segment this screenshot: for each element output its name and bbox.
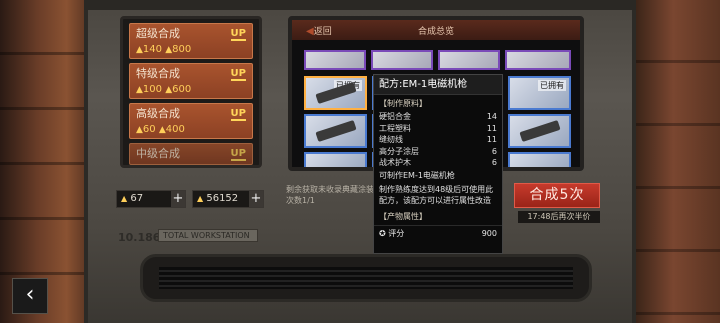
background-wall-left	[0, 0, 95, 323]
blueprint-icon: ▲	[121, 194, 128, 203]
cost-a: 60	[142, 124, 156, 135]
ore-icon: ▲	[158, 125, 166, 135]
material-qty: 6	[491, 146, 497, 156]
machine-serial: 10.186	[118, 231, 161, 244]
recipe-card[interactable]	[304, 50, 366, 70]
blueprint-icon: ▲	[136, 45, 143, 55]
up-badge: UP	[230, 148, 246, 161]
machine-output-grille	[140, 254, 592, 302]
score-label-group: ✪ 评分	[379, 228, 404, 239]
up-badge: UP	[230, 68, 246, 81]
score-value: 900	[481, 228, 497, 238]
machine-top-bar	[84, 0, 636, 10]
owned-tag: 已拥有	[538, 80, 566, 91]
material-qty: 6	[491, 158, 497, 168]
recipe-description: 可制作EM-1电磁机枪	[379, 170, 455, 180]
ore-icon: ▲	[197, 194, 204, 203]
recipe-requirement: 制作熟练度达到48级后可使用此配方，该配方可以进行属性改造	[379, 184, 494, 206]
material-qty: 11	[486, 135, 497, 145]
cost-a: 140	[142, 44, 163, 55]
recipe-card[interactable]	[438, 50, 500, 70]
material-name: 高分子涂层	[379, 146, 419, 156]
materials-header: 【制作原料】	[379, 99, 427, 108]
cost-b: 400	[165, 124, 185, 135]
add-blueprint-button[interactable]: +	[171, 191, 185, 207]
screen-header: ◀返回 合成总览	[292, 20, 580, 40]
recipe-row-top	[304, 50, 576, 70]
material-name: 工程塑料	[379, 123, 411, 133]
recipe-card[interactable]	[304, 114, 367, 148]
tier-special-synthesis[interactable]: 特级合成 ▲100 ▲600 UP	[129, 63, 253, 99]
score-row: ✪ 评分 900	[374, 224, 502, 241]
screen-title: 合成总览	[417, 27, 454, 37]
material-name: 战术护木	[379, 158, 411, 168]
ore-counter: ▲ 56152 +	[192, 190, 264, 208]
tier-cost: ▲100 ▲600	[136, 83, 246, 97]
material-row: 战术护木 6	[374, 157, 502, 169]
half-price-timer: 17:48后再次半价	[518, 211, 600, 223]
machine-nameplate: TOTAL WORKSTATION	[158, 229, 258, 242]
gun-icon	[315, 120, 357, 142]
recipe-card[interactable]	[505, 50, 571, 70]
blueprint-icon: ▲	[136, 85, 143, 95]
material-row: 硬铝合金 14	[374, 111, 502, 123]
synthesis-tier-panel: 超级合成 ▲140 ▲800 UP 特级合成 ▲100 ▲600 UP 高级合成…	[120, 16, 262, 168]
back-button[interactable]: ‹	[12, 278, 48, 314]
tooltip-title: 配方:EM-1电磁机枪	[374, 75, 502, 95]
ore-count: 56152	[206, 193, 239, 204]
chevron-left-icon: ‹	[25, 282, 35, 307]
gun-icon	[519, 120, 561, 142]
cost-a: 100	[142, 84, 163, 95]
tier-name: 超级合成	[136, 27, 180, 40]
tier-name: 特级合成	[136, 67, 180, 80]
tier-super-synthesis[interactable]: 超级合成 ▲140 ▲800 UP	[129, 23, 253, 59]
grille-slats	[159, 267, 573, 289]
recipe-card[interactable]	[508, 152, 571, 167]
background-wall-right	[635, 0, 720, 323]
add-ore-button[interactable]: +	[249, 191, 263, 207]
blueprint-counter: ▲ 67 +	[116, 190, 186, 208]
cost-b: 800	[172, 44, 192, 55]
tier-cost: ▲60 ▲400	[136, 123, 246, 137]
material-name: 缝纫线	[379, 135, 403, 145]
collection-hint: 剩余获取未收录典藏涂装次数1/1	[286, 185, 374, 205]
up-badge: UP	[230, 28, 246, 41]
material-qty: 14	[486, 112, 497, 121]
recipe-tooltip: 配方:EM-1电磁机枪 【制作原料】 硬铝合金 14 工程塑料 11 缝纫线 11 高…	[373, 74, 503, 254]
material-row: 缝纫线 11	[374, 134, 502, 146]
recipe-card-selected[interactable]: 已拥有	[304, 76, 367, 110]
tier-name: 中级合成	[136, 147, 180, 160]
star-icon: ✪	[379, 228, 386, 238]
recipe-card[interactable]	[508, 114, 571, 148]
tier-advanced-synthesis[interactable]: 高级合成 ▲60 ▲400 UP	[129, 103, 253, 139]
recipe-card[interactable]	[371, 50, 433, 70]
synthesize-button[interactable]: 合成5次	[514, 183, 600, 208]
up-badge: UP	[230, 108, 246, 121]
blueprint-icon: ▲	[136, 125, 143, 135]
recipe-card[interactable]: 已拥有	[508, 76, 571, 110]
material-row: 工程塑料 11	[374, 123, 502, 135]
material-qty: 11	[486, 123, 497, 133]
tier-cost: ▲140 ▲800	[136, 43, 246, 57]
product-header: 【产物属性】	[379, 211, 427, 221]
material-row: 高分子涂层 6	[374, 146, 502, 158]
blueprint-count: 67	[130, 193, 144, 204]
score-label: 评分	[388, 228, 405, 238]
tier-name: 高级合成	[136, 107, 180, 120]
tier-intermediate-synthesis[interactable]: 中级合成 UP	[129, 143, 253, 165]
recipe-card[interactable]	[304, 152, 367, 167]
material-name: 硬铝合金	[379, 112, 411, 121]
cost-b: 600	[172, 84, 192, 95]
